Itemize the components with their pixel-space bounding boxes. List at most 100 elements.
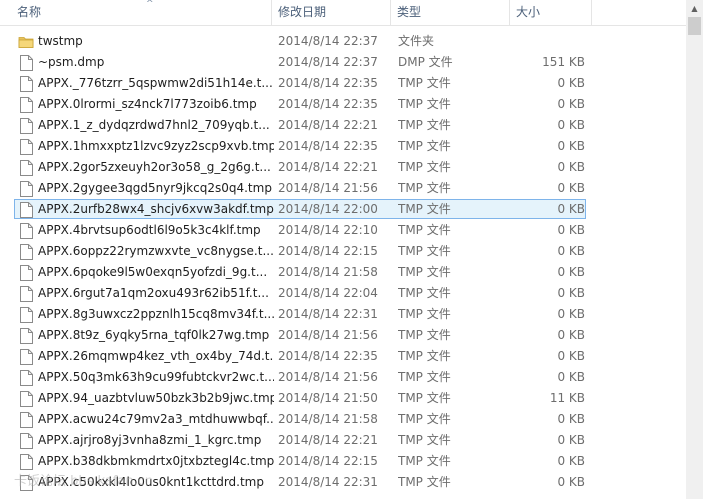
vertical-scrollbar[interactable]: ▲: [686, 0, 703, 499]
file-modified-date: 2014/8/14 22:31: [278, 307, 378, 321]
file-row[interactable]: APPX.8g3uwxcz2ppznlh15cq8mv34f.t... 2014/…: [14, 304, 586, 324]
file-icon: [20, 307, 33, 323]
file-row[interactable]: APPX.94_uazbtvluw50bzk3b2b9jwc.tmp 2014/8…: [14, 388, 586, 408]
file-size: 0 KB: [557, 139, 585, 153]
file-row[interactable]: APPX.8t9z_6yqky5rna_tqf0lk27wg.tmp 2014/8…: [14, 325, 586, 345]
column-header-type[interactable]: 类型: [391, 0, 510, 25]
file-row[interactable]: APPX.2gygee3qgd5nyr9jkcq2s0q4.tmp 2014/8/…: [14, 178, 586, 198]
file-row[interactable]: APPX.6oppz22rymzwxvte_vc8nygse.t... 2014/…: [14, 241, 586, 261]
scroll-up-arrow-icon[interactable]: ▲: [686, 0, 703, 17]
file-icon: [20, 139, 33, 155]
sort-ascending-icon: ^: [146, 0, 154, 9]
file-modified-date: 2014/8/14 22:21: [278, 160, 378, 174]
file-row[interactable]: APPX.1_z_dydqzrdwd7hnl2_709yqb.t... 2014/…: [14, 115, 586, 135]
file-row[interactable]: APPX.2urfb28wx4_shcjv6xvw3akdf.tmp 2014/8…: [14, 199, 586, 219]
file-size: 0 KB: [557, 370, 585, 384]
file-modified-date: 2014/8/14 22:21: [278, 118, 378, 132]
file-row[interactable]: APPX.acwu24c79mv2a3_mtdhuwwbqf.... 2014/8…: [14, 409, 586, 429]
column-header-size[interactable]: 大小: [510, 0, 592, 25]
column-header-type-label: 类型: [397, 5, 422, 19]
file-type: TMP 文件: [398, 160, 451, 174]
file-row[interactable]: ~psm.dmp 2014/8/14 22:37 DMP 文件 151 KB: [14, 52, 586, 72]
file-type: TMP 文件: [398, 412, 451, 426]
file-name: APPX.acwu24c79mv2a3_mtdhuwwbqf....: [38, 412, 274, 426]
file-row[interactable]: APPX.4brvtsup6odtl6l9o5k3c4klf.tmp 2014/8…: [14, 220, 586, 240]
file-modified-date: 2014/8/14 22:04: [278, 286, 378, 300]
folder-row[interactable]: twstmp 2014/8/14 22:37 文件夹: [14, 31, 586, 51]
file-row[interactable]: APPX.1hmxxptz1lzvc9zyz2scp9xvb.tmp 2014/8…: [14, 136, 586, 156]
file-icon: [20, 370, 33, 386]
file-name: APPX.2urfb28wx4_shcjv6xvw3akdf.tmp: [38, 202, 274, 216]
file-size: 0 KB: [557, 181, 585, 195]
file-size: [505, 32, 585, 52]
file-modified-date: 2014/8/14 22:15: [278, 244, 378, 258]
file-size: 0 KB: [557, 76, 585, 90]
file-type: DMP 文件: [398, 55, 453, 69]
file-name: APPX.1hmxxptz1lzvc9zyz2scp9xvb.tmp: [38, 139, 274, 153]
file-modified-date: 2014/8/14 22:21: [278, 433, 378, 447]
file-type: TMP 文件: [398, 202, 451, 216]
file-size: 0 KB: [557, 118, 585, 132]
file-size: 0 KB: [557, 454, 585, 468]
file-size: 0 KB: [557, 328, 585, 342]
file-type: TMP 文件: [398, 181, 451, 195]
file-size: 0 KB: [557, 160, 585, 174]
file-row[interactable]: APPX._776tzrr_5qspwmw2di51h14e.t... 2014/…: [14, 73, 586, 93]
column-header-name-label: 名称: [17, 5, 42, 19]
file-icon: [20, 97, 33, 113]
file-icon: [20, 160, 33, 176]
file-type: TMP 文件: [398, 76, 451, 90]
file-name: APPX.8t9z_6yqky5rna_tqf0lk27wg.tmp: [38, 328, 270, 342]
file-type: TMP 文件: [398, 244, 451, 258]
file-row[interactable]: APPX.b38dkbmkmdrtx0jtxbztegl4c.tmp 2014/8…: [14, 451, 586, 471]
file-row[interactable]: APPX.26mqmwp4kez_vth_ox4by_74d.t... 2014/…: [14, 346, 586, 366]
file-type: 文件夹: [398, 34, 435, 48]
file-type: TMP 文件: [398, 370, 451, 384]
scrollbar-thumb[interactable]: [688, 17, 701, 35]
file-icon: [20, 55, 33, 71]
file-icon: [20, 454, 33, 470]
file-size: 0 KB: [557, 307, 585, 321]
column-header-name[interactable]: ^ 名称: [12, 0, 272, 25]
file-modified-date: 2014/8/14 22:31: [278, 475, 378, 489]
file-modified-date: 2014/8/14 21:50: [278, 391, 378, 405]
file-modified-date: 2014/8/14 22:00: [278, 202, 378, 216]
file-row[interactable]: APPX.c50kxkl4lo0us0knt1kcttdrd.tmp 2014/8…: [14, 472, 586, 492]
file-type: TMP 文件: [398, 349, 451, 363]
file-name: APPX.1_z_dydqzrdwd7hnl2_709yqb.t...: [38, 118, 270, 132]
file-name: APPX.2gygee3qgd5nyr9jkcq2s0q4.tmp: [38, 181, 272, 195]
file-icon: [20, 202, 33, 218]
file-size: 0 KB: [557, 475, 585, 489]
file-type: TMP 文件: [398, 433, 451, 447]
file-size: 11 KB: [549, 391, 585, 405]
file-name: APPX.94_uazbtvluw50bzk3b2b9jwc.tmp: [38, 391, 274, 405]
file-modified-date: 2014/8/14 22:10: [278, 223, 378, 237]
file-modified-date: 2014/8/14 22:35: [278, 76, 378, 90]
file-icon: [20, 76, 33, 92]
file-type: TMP 文件: [398, 97, 451, 111]
file-name: APPX._776tzrr_5qspwmw2di51h14e.t...: [38, 76, 273, 90]
file-size: 0 KB: [557, 244, 585, 258]
file-size: 0 KB: [557, 223, 585, 237]
file-name: APPX.50q3mk63h9cu99fubtckvr2wc.t...: [38, 370, 274, 384]
file-name: APPX.6oppz22rymzwxvte_vc8nygse.t...: [38, 244, 274, 258]
file-row[interactable]: APPX.ajrjro8yj3vnha8zmi_1_kgrc.tmp 2014/8…: [14, 430, 586, 450]
file-row[interactable]: APPX.6rgut7a1qm2oxu493r62ib51f.t... 2014/…: [14, 283, 586, 303]
file-name: APPX.0lrormi_sz4nck7l773zoib6.tmp: [38, 97, 257, 111]
file-type: TMP 文件: [398, 118, 451, 132]
file-type: TMP 文件: [398, 475, 451, 489]
column-header-date[interactable]: 修改日期: [272, 0, 391, 25]
file-row[interactable]: APPX.0lrormi_sz4nck7l773zoib6.tmp 2014/8/…: [14, 94, 586, 114]
column-header-bar: ^ 名称 修改日期 类型 大小: [0, 0, 686, 26]
file-modified-date: 2014/8/14 21:56: [278, 328, 378, 342]
file-name: APPX.4brvtsup6odtl6l9o5k3c4klf.tmp: [38, 223, 261, 237]
file-size: 0 KB: [557, 412, 585, 426]
file-name: ~psm.dmp: [38, 55, 105, 69]
file-modified-date: 2014/8/14 21:58: [278, 412, 378, 426]
file-row[interactable]: APPX.6pqoke9l5w0exqn5yofzdi_9g.t... 2014/…: [14, 262, 586, 282]
file-row[interactable]: APPX.50q3mk63h9cu99fubtckvr2wc.t... 2014/…: [14, 367, 586, 387]
file-type: TMP 文件: [398, 454, 451, 468]
file-modified-date: 2014/8/14 22:37: [278, 34, 378, 48]
file-row[interactable]: APPX.2gor5zxeuyh2or3o58_g_2g6g.t... 2014/…: [14, 157, 586, 177]
file-type: TMP 文件: [398, 286, 451, 300]
